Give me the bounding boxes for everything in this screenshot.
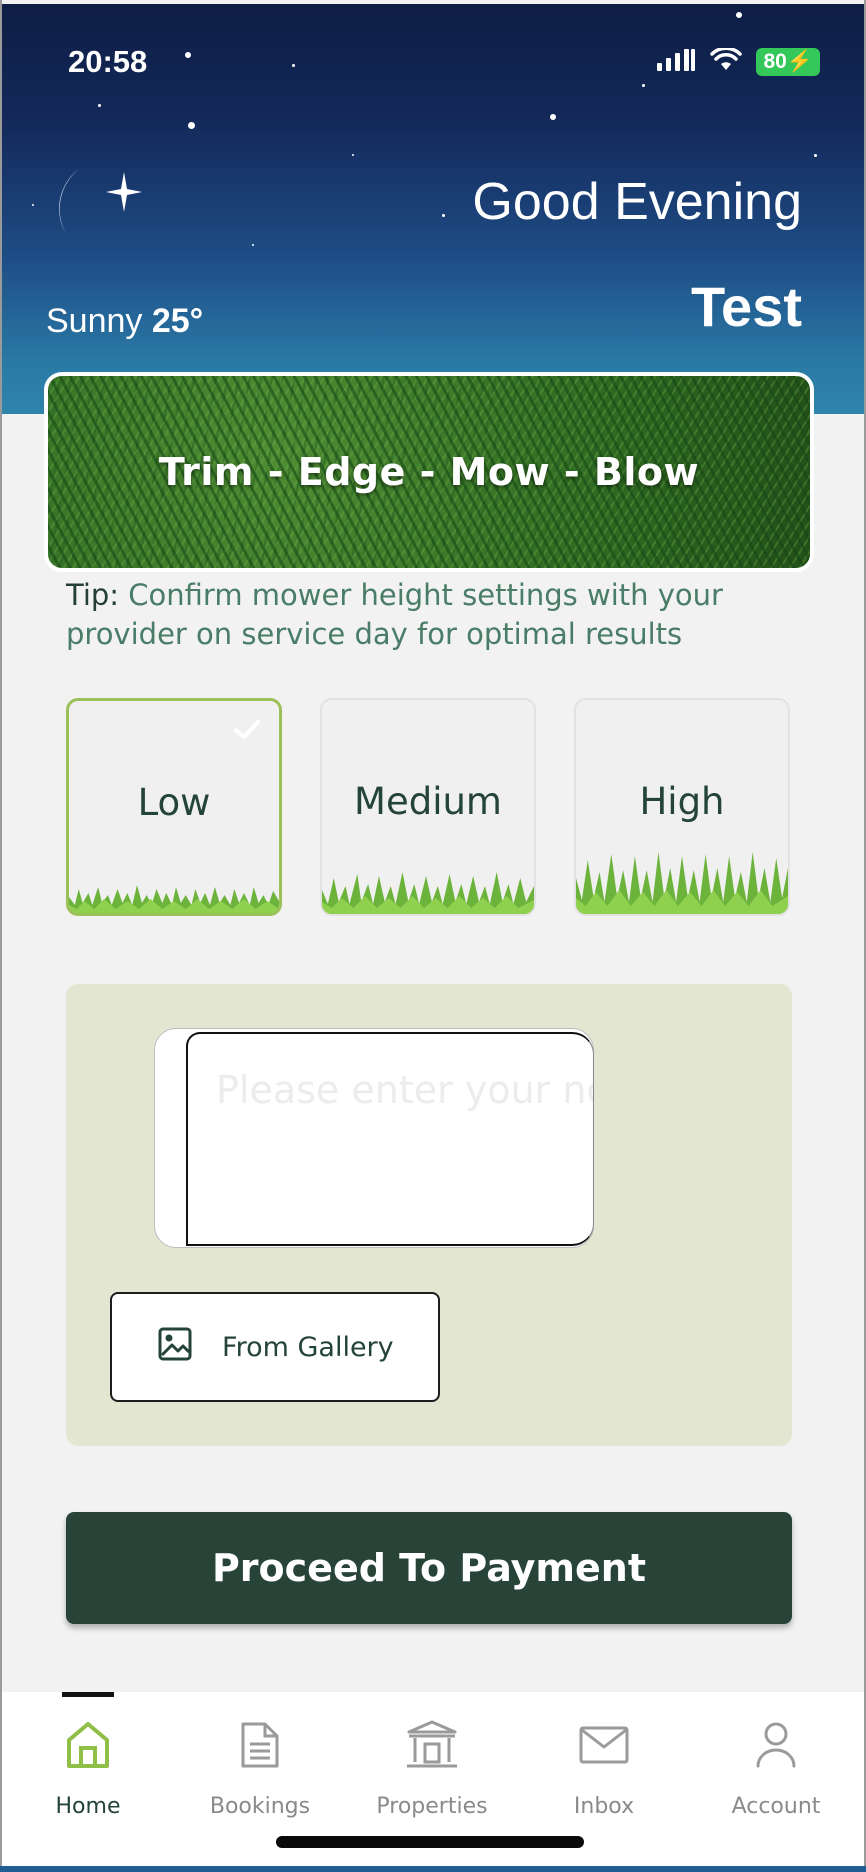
star	[642, 84, 645, 87]
nav-active-indicator	[62, 1692, 114, 1697]
status-time: 20:58	[68, 44, 148, 79]
star	[442, 214, 445, 217]
star	[185, 52, 191, 58]
height-option-medium[interactable]: Medium	[320, 698, 536, 916]
tip-label: Tip:	[66, 578, 120, 612]
nav-label: Account	[731, 1794, 821, 1819]
battery-level: 80	[763, 50, 787, 73]
status-icons: 80⚡	[656, 46, 820, 76]
star	[32, 204, 34, 206]
check-icon	[233, 719, 261, 745]
weather-label: Sunny	[46, 302, 143, 340]
battery-charging-icon: 80⚡	[756, 48, 820, 76]
home-icon	[2, 1712, 174, 1778]
banner-text: Trim - Edge - Mow - Blow	[158, 450, 700, 494]
from-gallery-button[interactable]: From Gallery	[110, 1292, 440, 1402]
star	[252, 244, 254, 246]
nav-item-properties[interactable]: Properties	[346, 1712, 518, 1819]
nav-item-account[interactable]: Account	[690, 1712, 862, 1819]
height-option-low[interactable]: Low	[66, 698, 282, 916]
star	[188, 122, 195, 129]
nav-item-inbox[interactable]: Inbox	[518, 1712, 690, 1819]
height-option-high[interactable]: High	[574, 698, 790, 916]
user-name: Test	[691, 275, 802, 338]
document-icon	[174, 1712, 346, 1778]
home-indicator[interactable]	[276, 1836, 584, 1848]
star	[736, 12, 742, 18]
signal-icon	[656, 48, 696, 76]
nav-item-home[interactable]: Home	[2, 1712, 174, 1819]
option-label: Medium	[354, 780, 502, 823]
star	[352, 154, 354, 156]
nav-item-bookings[interactable]: Bookings	[174, 1712, 346, 1819]
star	[98, 104, 101, 107]
building-icon	[346, 1712, 518, 1778]
user-icon	[690, 1712, 862, 1778]
wifi-icon	[710, 46, 743, 76]
mail-icon	[518, 1712, 690, 1778]
moon-icon	[46, 164, 166, 284]
nav-label: Bookings	[209, 1794, 311, 1819]
weather: Sunny 25°	[46, 302, 203, 341]
greeting: Good Evening	[472, 173, 802, 231]
tip-text: Confirm mower height settings with your …	[66, 578, 723, 651]
notes-input[interactable]	[186, 1032, 594, 1246]
temperature: 25°	[151, 302, 204, 340]
star	[814, 154, 817, 157]
star	[292, 64, 295, 67]
from-gallery-label: From Gallery	[222, 1331, 394, 1363]
header: 20:58 80⚡ Sunny 25° Good Evening Test	[2, 4, 864, 414]
grass-icon	[576, 852, 788, 914]
frame-edge-bottom	[0, 1866, 866, 1872]
nav-label: Properties	[376, 1794, 488, 1819]
option-label: High	[639, 780, 725, 823]
tip: Tip: Confirm mower height settings with …	[66, 576, 766, 654]
star	[550, 114, 556, 120]
proceed-to-payment-button[interactable]: Proceed To Payment	[66, 1512, 792, 1624]
nav-label: Inbox	[573, 1794, 635, 1819]
service-banner: Trim - Edge - Mow - Blow	[44, 372, 814, 572]
nav-label: Home	[55, 1794, 121, 1819]
option-label: Low	[137, 781, 211, 824]
grass-icon	[322, 872, 534, 914]
grass-icon	[69, 885, 279, 913]
image-icon	[158, 1327, 192, 1368]
